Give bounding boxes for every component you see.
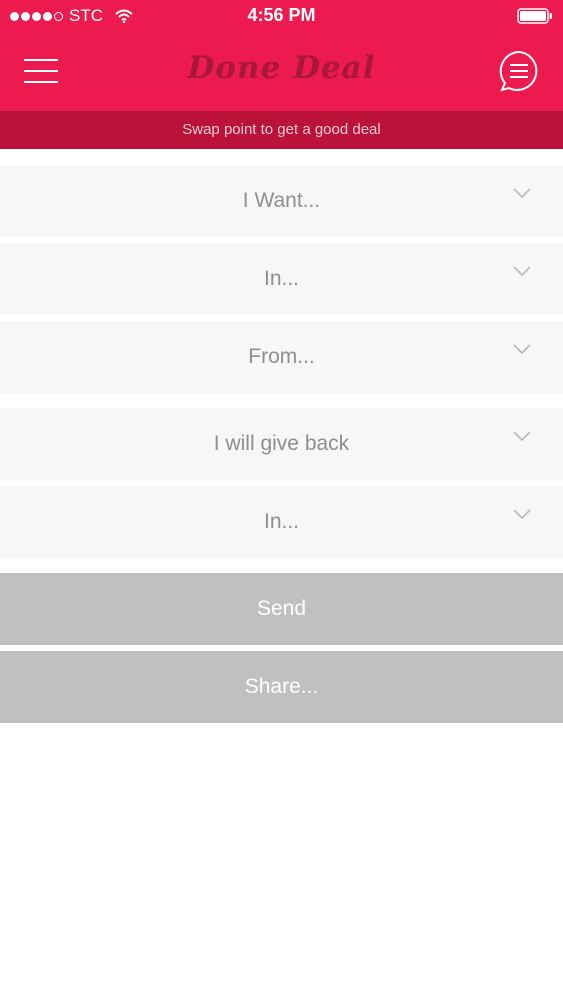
subheader-banner: Swap point to get a good deal — [0, 111, 563, 149]
share-button[interactable]: Share... — [0, 651, 563, 723]
want-dropdown[interactable]: I Want... — [0, 165, 563, 237]
app-header: STC 4:56 PM Done Deal — [0, 0, 563, 111]
give-back-dropdown[interactable]: I will give back — [0, 408, 563, 480]
chevron-down-icon — [513, 509, 531, 520]
want-in-dropdown-label: In... — [263, 267, 300, 290]
give-back-in-dropdown-label: In... — [263, 510, 300, 533]
status-bar: STC 4:56 PM — [0, 0, 563, 32]
give-back-in-dropdown[interactable]: In... — [0, 486, 563, 558]
from-dropdown-label: From... — [248, 345, 315, 368]
status-time: 4:56 PM — [247, 5, 316, 25]
chevron-down-icon — [513, 188, 531, 199]
app-logo: Done Deal — [187, 50, 376, 86]
chevron-down-icon — [513, 431, 531, 442]
want-dropdown-label: I Want... — [242, 189, 321, 212]
chevron-down-icon — [513, 266, 531, 277]
from-dropdown[interactable]: From... — [0, 321, 563, 393]
battery-icon — [517, 8, 552, 24]
send-button[interactable]: Send — [0, 573, 563, 645]
want-in-dropdown[interactable]: In... — [0, 243, 563, 315]
screen: STC 4:56 PM Done Deal Swap point to get … — [0, 0, 563, 1000]
chat-bubble-menu-icon[interactable] — [497, 49, 541, 93]
give-back-dropdown-label: I will give back — [213, 432, 350, 455]
nav-bar: Done Deal — [0, 32, 563, 111]
chevron-down-icon — [513, 344, 531, 355]
